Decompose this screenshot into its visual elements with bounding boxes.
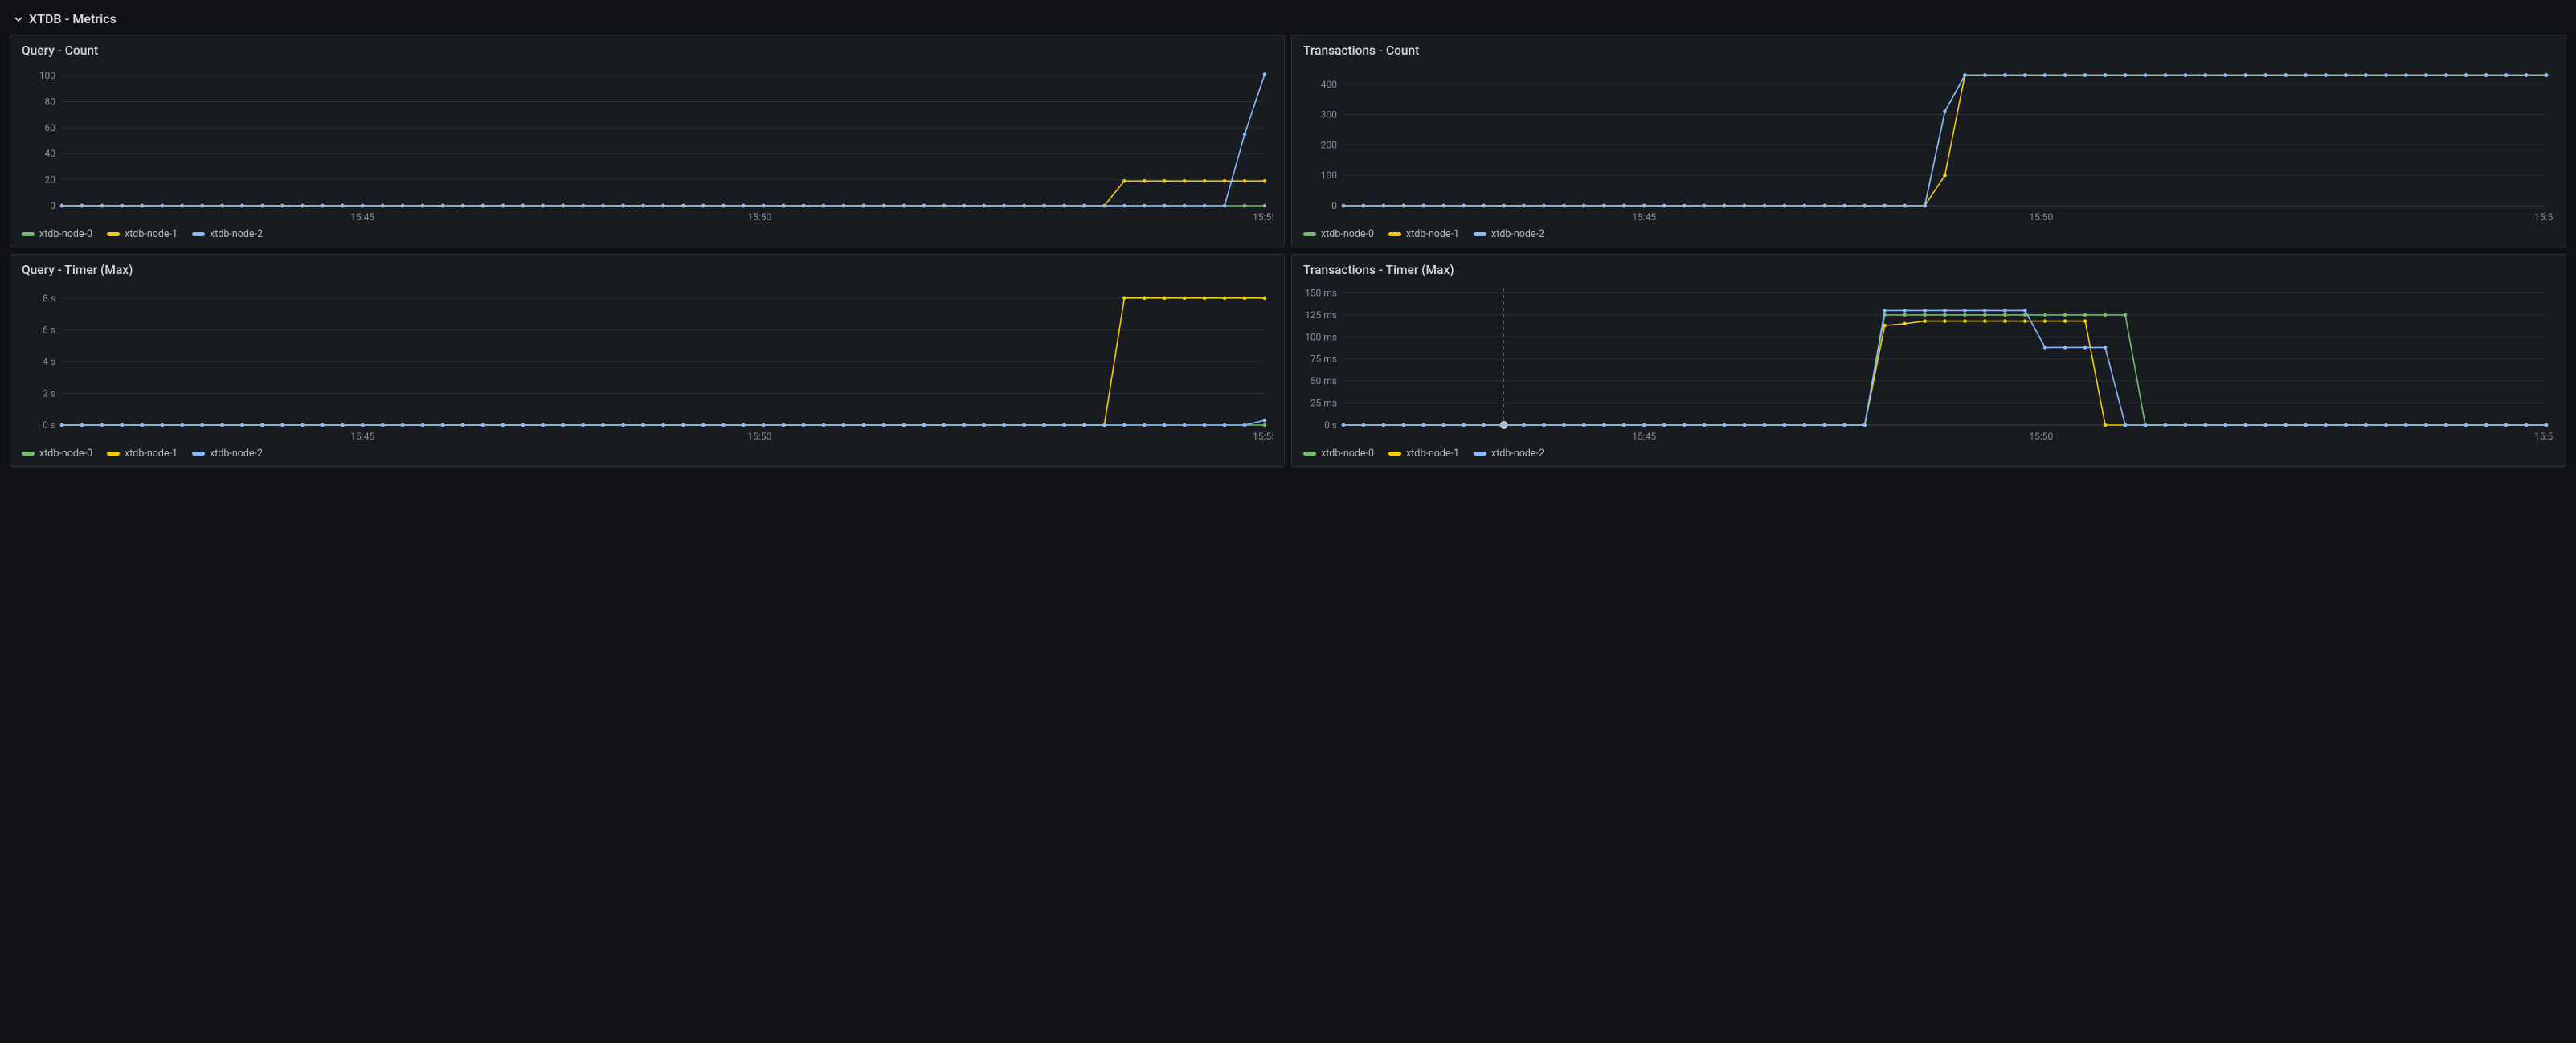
legend-swatch bbox=[107, 232, 120, 236]
panel-query-count[interactable]: Query - Count 0 20 40 60 80 100 15:45 15:50 15:5… bbox=[10, 35, 1285, 247]
svg-text:300: 300 bbox=[1321, 109, 1337, 121]
svg-text:15:55: 15:55 bbox=[1253, 431, 1273, 442]
legend-swatch bbox=[1474, 232, 1486, 236]
panel-query-timer[interactable]: Query - Timer (Max) 0 s 2 s 4 s 6 s 8 s 15:45… bbox=[10, 254, 1285, 467]
svg-text:0 s: 0 s bbox=[43, 419, 55, 431]
legend-label: xtdb-node-1 bbox=[1406, 228, 1459, 240]
legend-swatch bbox=[22, 232, 35, 236]
panel-title: Transactions - Count bbox=[1303, 43, 2554, 58]
svg-text:4 s: 4 s bbox=[43, 356, 55, 367]
legend-label: xtdb-node-1 bbox=[125, 228, 178, 240]
svg-text:100: 100 bbox=[39, 70, 55, 81]
svg-text:15:45: 15:45 bbox=[1632, 211, 1656, 223]
svg-text:15:55: 15:55 bbox=[1253, 211, 1273, 223]
svg-text:125 ms: 125 ms bbox=[1305, 309, 1337, 321]
legend-swatch bbox=[107, 452, 120, 456]
legend-swatch bbox=[1303, 232, 1316, 236]
legend-item[interactable]: xtdb-node-2 bbox=[192, 448, 263, 460]
legend-label: xtdb-node-2 bbox=[210, 228, 263, 240]
legend-swatch bbox=[1388, 232, 1401, 236]
svg-text:15:45: 15:45 bbox=[350, 431, 374, 442]
svg-text:15:50: 15:50 bbox=[2029, 211, 2053, 223]
chevron-down-icon bbox=[13, 14, 24, 25]
legend-item[interactable]: xtdb-node-1 bbox=[107, 228, 178, 240]
svg-text:15:45: 15:45 bbox=[350, 211, 374, 223]
svg-text:15:50: 15:50 bbox=[747, 431, 771, 442]
svg-text:100 ms: 100 ms bbox=[1305, 331, 1337, 342]
svg-text:100: 100 bbox=[1321, 170, 1337, 181]
svg-text:15:55: 15:55 bbox=[2534, 431, 2554, 442]
panel-tx-timer[interactable]: Transactions - Timer (Max) 0 s 25 ms 50 ms… bbox=[1291, 254, 2566, 467]
legend-swatch bbox=[192, 232, 205, 236]
panels-grid: Query - Count 0 20 40 60 80 100 15:45 15:50 15:5… bbox=[10, 35, 2566, 467]
section-header[interactable]: XTDB - Metrics bbox=[10, 6, 2566, 35]
legend-label: xtdb-node-2 bbox=[1491, 228, 1544, 240]
legend-label: xtdb-node-0 bbox=[1321, 228, 1374, 240]
legend-swatch bbox=[1474, 452, 1486, 456]
panel-tx-count[interactable]: Transactions - Count 0 100 200 300 400 15:45 1… bbox=[1291, 35, 2566, 247]
svg-text:0: 0 bbox=[1331, 200, 1337, 211]
svg-text:2 s: 2 s bbox=[43, 387, 55, 399]
panel-title: Query - Count bbox=[22, 43, 1273, 58]
legend-label: xtdb-node-0 bbox=[1321, 448, 1374, 460]
chart-tx-timer[interactable]: 0 s 25 ms 50 ms 75 ms 100 ms 125 ms 150 ms 15:4… bbox=[1303, 282, 2554, 443]
panel-title: Transactions - Timer (Max) bbox=[1303, 263, 2554, 277]
legend-item[interactable]: xtdb-node-2 bbox=[1474, 448, 1544, 460]
legend-item[interactable]: xtdb-node-0 bbox=[22, 228, 92, 240]
svg-text:60: 60 bbox=[45, 122, 56, 133]
legend-label: xtdb-node-0 bbox=[39, 228, 92, 240]
svg-text:6 s: 6 s bbox=[43, 324, 55, 335]
svg-text:400: 400 bbox=[1321, 79, 1337, 90]
legend-item[interactable]: xtdb-node-2 bbox=[1474, 228, 1544, 240]
legend-swatch bbox=[1303, 452, 1316, 456]
legend-item[interactable]: xtdb-node-2 bbox=[192, 228, 263, 240]
legend: xtdb-node-0 xtdb-node-1 xtdb-node-2 bbox=[1303, 443, 2554, 460]
legend-label: xtdb-node-2 bbox=[1491, 448, 1544, 460]
svg-text:15:55: 15:55 bbox=[2534, 211, 2554, 223]
legend-item[interactable]: xtdb-node-1 bbox=[107, 448, 178, 460]
legend: xtdb-node-0 xtdb-node-1 xtdb-node-2 bbox=[22, 223, 1273, 240]
chart-tx-count[interactable]: 0 100 200 300 400 15:45 15:50 15:55 bbox=[1303, 63, 2554, 223]
svg-text:8 s: 8 s bbox=[43, 292, 55, 304]
legend: xtdb-node-0 xtdb-node-1 xtdb-node-2 bbox=[1303, 223, 2554, 240]
legend-swatch bbox=[1388, 452, 1401, 456]
legend-item[interactable]: xtdb-node-0 bbox=[1303, 448, 1374, 460]
panel-title: Query - Timer (Max) bbox=[22, 263, 1273, 277]
svg-text:15:50: 15:50 bbox=[2029, 431, 2053, 442]
legend-item[interactable]: xtdb-node-0 bbox=[22, 448, 92, 460]
legend-label: xtdb-node-1 bbox=[125, 448, 178, 460]
legend-item[interactable]: xtdb-node-1 bbox=[1388, 448, 1459, 460]
svg-text:40: 40 bbox=[45, 148, 56, 159]
svg-text:200: 200 bbox=[1321, 139, 1337, 150]
legend-label: xtdb-node-0 bbox=[39, 448, 92, 460]
legend-swatch bbox=[192, 452, 205, 456]
legend-label: xtdb-node-2 bbox=[210, 448, 263, 460]
legend-label: xtdb-node-1 bbox=[1406, 448, 1459, 460]
legend-swatch bbox=[22, 452, 35, 456]
legend: xtdb-node-0 xtdb-node-1 xtdb-node-2 bbox=[22, 443, 1273, 460]
chart-query-count[interactable]: 0 20 40 60 80 100 15:45 15:50 15:55 bbox=[22, 63, 1273, 223]
legend-item[interactable]: xtdb-node-0 bbox=[1303, 228, 1374, 240]
svg-text:80: 80 bbox=[45, 96, 56, 107]
svg-text:75 ms: 75 ms bbox=[1310, 354, 1337, 365]
svg-text:15:50: 15:50 bbox=[747, 211, 771, 223]
svg-text:50 ms: 50 ms bbox=[1310, 375, 1337, 387]
svg-text:15:45: 15:45 bbox=[1632, 431, 1656, 442]
section-title: XTDB - Metrics bbox=[29, 11, 117, 27]
legend-item[interactable]: xtdb-node-1 bbox=[1388, 228, 1459, 240]
svg-text:20: 20 bbox=[45, 174, 56, 186]
chart-query-timer[interactable]: 0 s 2 s 4 s 6 s 8 s 15:45 15:50 15:55 bbox=[22, 282, 1273, 443]
svg-text:0 s: 0 s bbox=[1324, 419, 1337, 431]
svg-text:0: 0 bbox=[50, 200, 55, 211]
svg-text:150 ms: 150 ms bbox=[1305, 287, 1337, 298]
svg-text:25 ms: 25 ms bbox=[1310, 398, 1337, 409]
